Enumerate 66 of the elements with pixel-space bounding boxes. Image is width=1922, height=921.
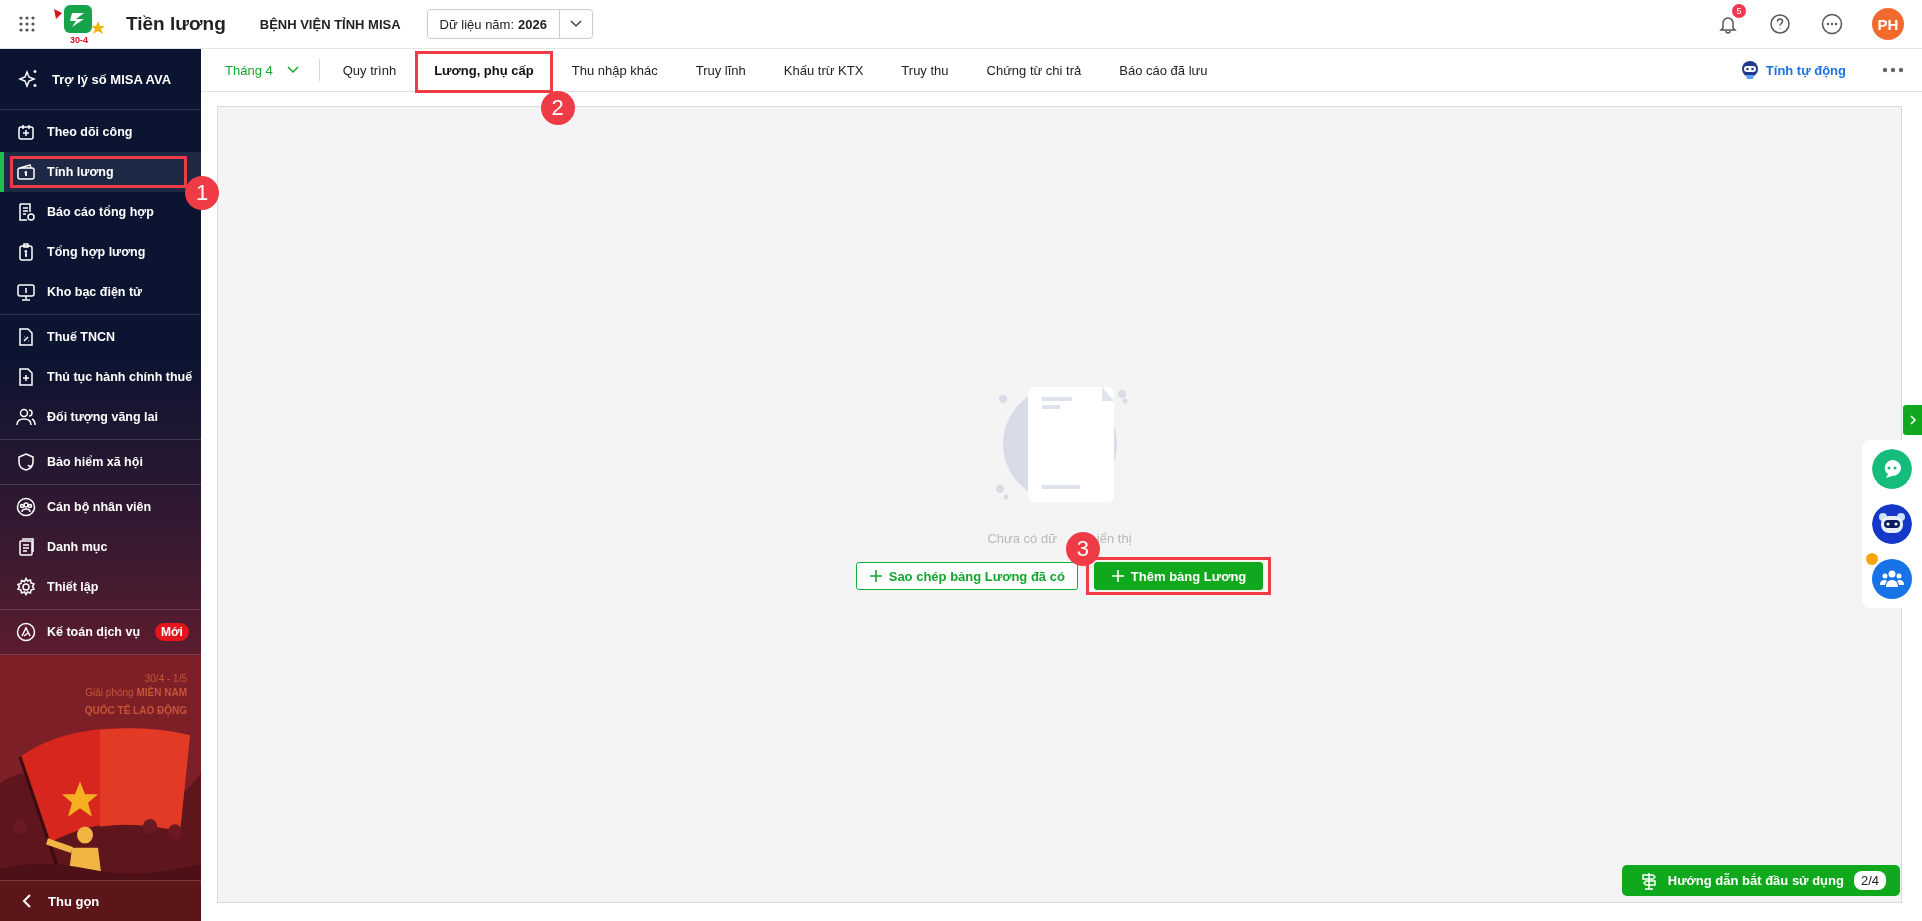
sidebar-item[interactable]: Thủ tục hành chính thuế bbox=[0, 357, 201, 397]
chevron-left-icon bbox=[22, 893, 32, 909]
people-icon bbox=[16, 407, 36, 427]
sidebar-item[interactable]: Cán bộ nhân viên bbox=[0, 487, 201, 527]
triangle-logo-icon bbox=[16, 622, 36, 642]
sidebar-item[interactable]: Thiết lập bbox=[0, 567, 201, 607]
sidebar-item[interactable]: Theo dõi công bbox=[0, 112, 201, 152]
report-icon bbox=[16, 202, 36, 222]
tab[interactable]: Khấu trừ KTX bbox=[764, 49, 883, 91]
app-title: Tiền lương bbox=[126, 13, 226, 35]
empty-message: iển thị bbox=[1096, 531, 1132, 546]
list-icon bbox=[16, 537, 36, 557]
sidebar-item[interactable]: Tổng hợp lương bbox=[0, 232, 201, 272]
robot-icon[interactable] bbox=[1872, 504, 1912, 544]
sidebar-item[interactable]: Đối tượng vãng lai bbox=[0, 397, 201, 437]
plus-icon bbox=[1110, 569, 1125, 583]
more-icon[interactable] bbox=[1882, 67, 1904, 73]
tab[interactable]: Thu nhập khác bbox=[552, 49, 677, 91]
progress-count: 2/4 bbox=[1853, 871, 1886, 890]
shield-icon bbox=[16, 452, 36, 472]
tab[interactable]: Truy thu bbox=[882, 49, 968, 91]
document-plus-icon bbox=[16, 367, 36, 387]
wallet-icon bbox=[16, 162, 36, 182]
notification-count: 5 bbox=[1732, 4, 1746, 18]
chevron-right-icon bbox=[1908, 414, 1917, 426]
banner-headline: Giải phóng MIỀN NAM bbox=[85, 687, 187, 698]
apps-grid-icon[interactable] bbox=[18, 15, 36, 33]
document-icon bbox=[16, 327, 36, 347]
collapse-button[interactable]: Thu gọn bbox=[0, 880, 201, 921]
sidebar-item[interactable]: Kế toán dịch vụ Mới bbox=[0, 612, 201, 652]
clipboard-icon bbox=[16, 242, 36, 262]
chevron-down-icon bbox=[569, 20, 582, 28]
banner-dates: 30/4 - 1/5 bbox=[144, 673, 187, 684]
gear-icon bbox=[16, 577, 36, 597]
notification-dot bbox=[1866, 553, 1878, 565]
sidebar-item[interactable]: Thuế TNCN bbox=[0, 317, 201, 357]
group-icon[interactable] bbox=[1872, 559, 1912, 599]
calendar-icon bbox=[16, 122, 36, 142]
robot-icon bbox=[1739, 60, 1760, 80]
step-number: 1 bbox=[185, 176, 219, 210]
auto-calculate-button[interactable]: Tính tự động bbox=[1739, 60, 1846, 80]
sidebar-item[interactable]: Kho bạc điện tử bbox=[0, 272, 201, 312]
sidebar-item[interactable]: Danh mục bbox=[0, 527, 201, 567]
monitor-icon bbox=[16, 282, 36, 302]
sparkle-icon bbox=[18, 68, 40, 90]
tab[interactable]: Quy trình bbox=[323, 49, 416, 91]
year-select[interactable]: Dữ liệu năm: 2026 bbox=[426, 9, 593, 39]
more-icon[interactable] bbox=[1820, 12, 1844, 36]
app-logo: 30-4 bbox=[50, 3, 108, 45]
getting-started-button[interactable]: Hướng dẫn bắt đầu sử dụng 2/4 bbox=[1621, 865, 1900, 896]
tab[interactable]: Lương, phụ cấp bbox=[415, 49, 553, 91]
chevron-down-icon bbox=[286, 66, 299, 74]
organization-name: BỆNH VIỆN TỈNH MISA bbox=[259, 16, 401, 32]
group-icon bbox=[16, 497, 36, 517]
tab[interactable]: Truy lĩnh bbox=[676, 49, 765, 91]
bell-icon[interactable] bbox=[1718, 14, 1738, 34]
empty-message: Chưa có dữ bbox=[987, 531, 1057, 546]
tab[interactable]: Chứng từ chi trả bbox=[967, 49, 1101, 91]
help-icon[interactable] bbox=[1768, 12, 1792, 36]
banner-subline: QUỐC TẾ LAO ĐỘNG bbox=[84, 705, 187, 716]
assistant-item[interactable]: Trợ lý số MISA AVA bbox=[0, 49, 201, 110]
tab[interactable]: Báo cáo đã lưu bbox=[1100, 49, 1227, 91]
sidebar-item[interactable]: Bảo hiểm xã hội bbox=[0, 442, 201, 482]
new-badge: Mới bbox=[155, 623, 189, 641]
plus-icon bbox=[868, 569, 883, 583]
signpost-icon bbox=[1639, 871, 1658, 890]
